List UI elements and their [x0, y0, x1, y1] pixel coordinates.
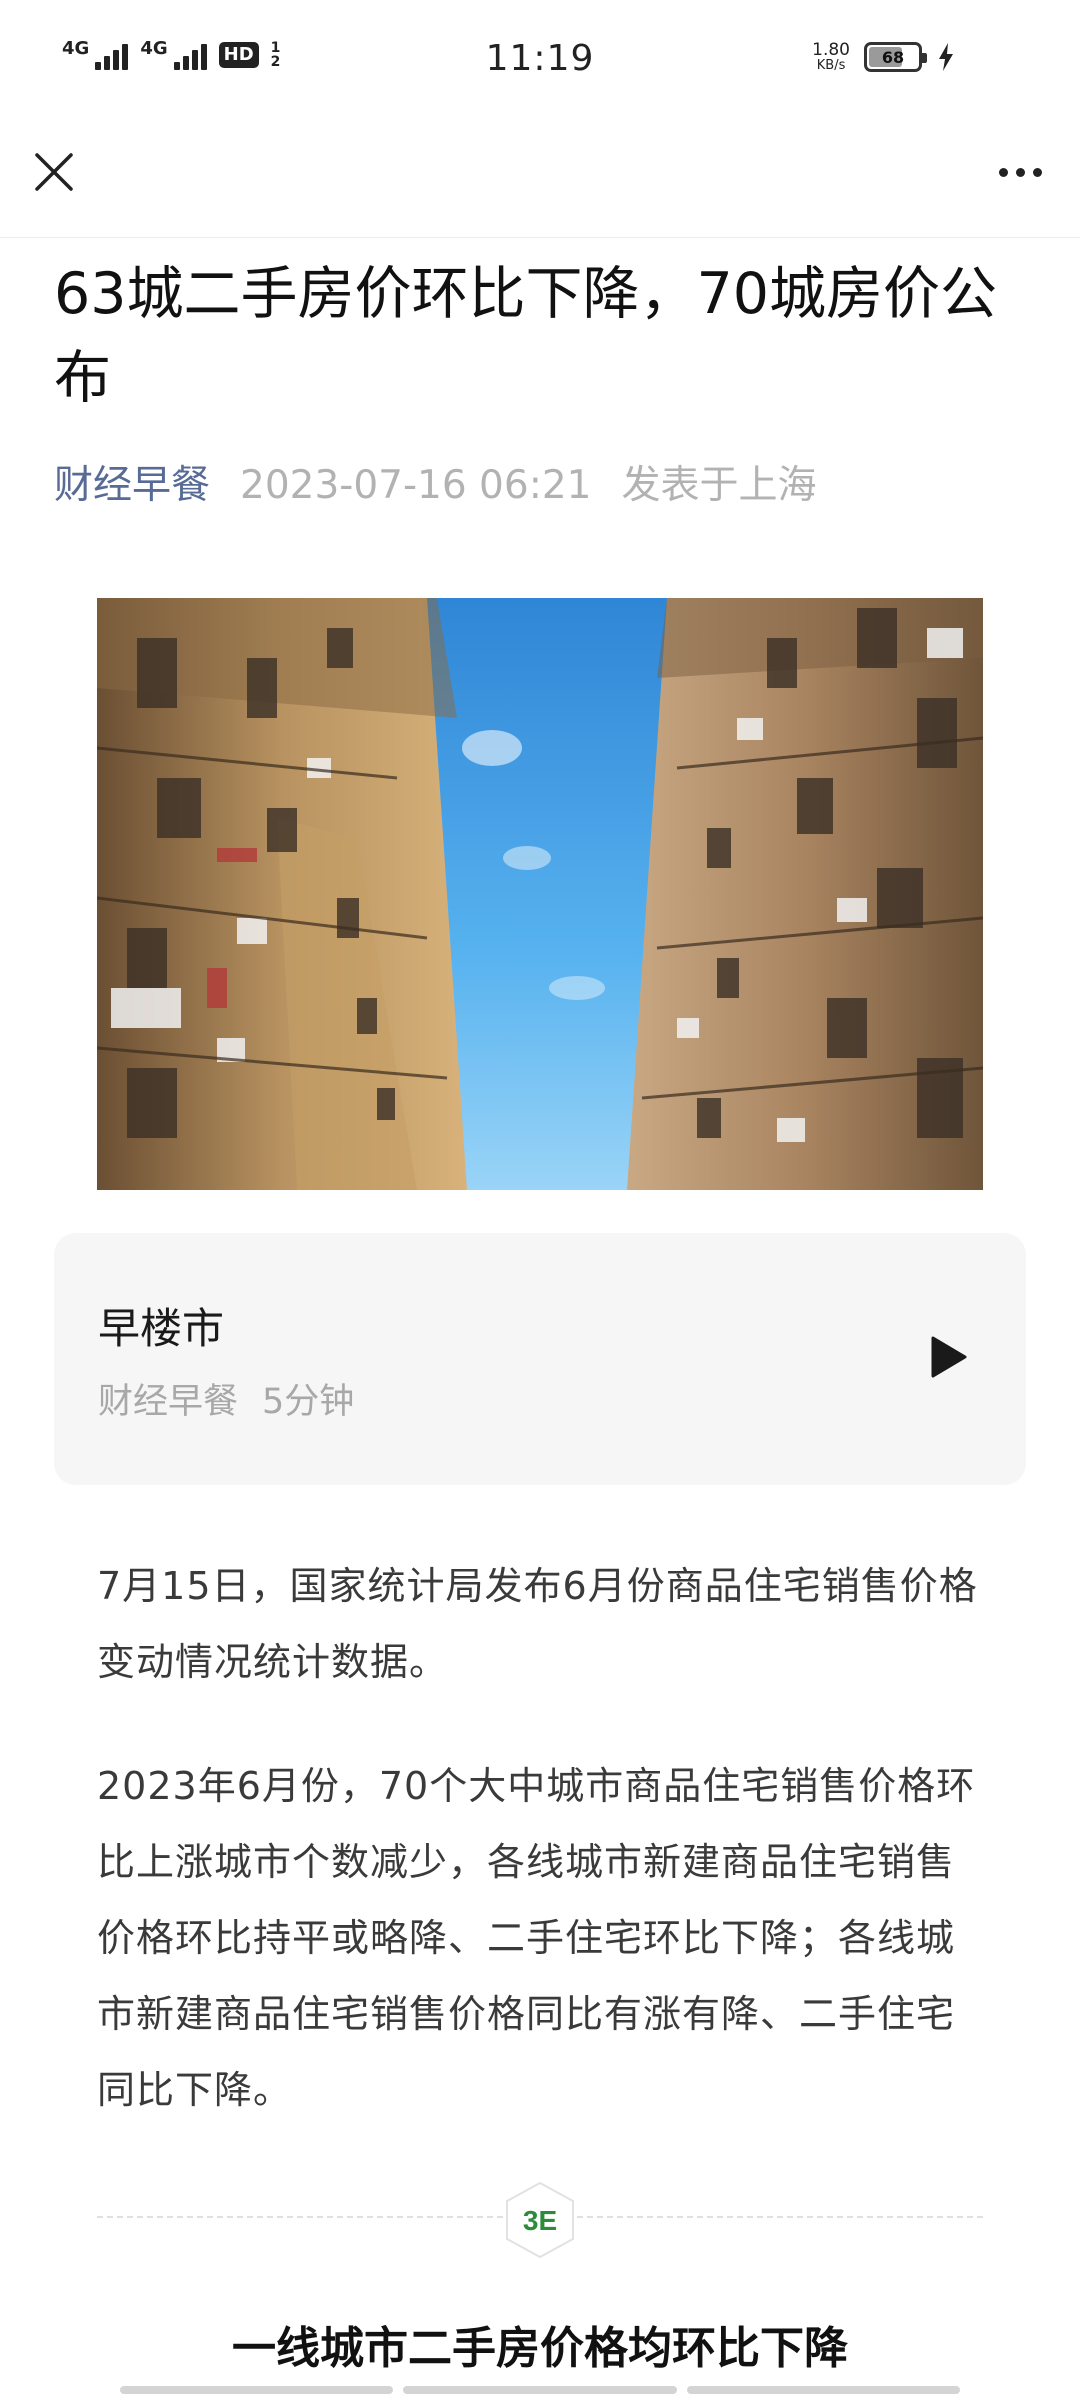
emblem-text: 3E [523, 2205, 557, 2236]
body-paragraph-1: 7月15日，国家统计局发布6月份商品住宅销售价格变动情况统计数据。 [97, 1564, 978, 1684]
more-icon-dot [1032, 167, 1042, 177]
section-heading: 一线城市二手房价格均环比下降 [232, 2323, 848, 2374]
audio-subtitle: 财经早餐 5分钟 [98, 1373, 354, 1424]
status-right: 1.80 KB/s 68 [812, 42, 956, 72]
body-paragraph-2: 2023年6月份，70个大中城市商品住宅销售价格环比上涨城市个数减少，各线城市新… [97, 1764, 976, 2112]
audio-title: 早楼市 [98, 1304, 225, 1353]
indicator-segment [120, 2386, 394, 2394]
status-bar: 4G 4G HD 1 2 11:19 1.80 KB/s 68 [0, 0, 1080, 120]
network-speed-value: 1.80 [812, 40, 850, 60]
indicator-segment [686, 2386, 960, 2394]
audio-source: 财经早餐 [98, 1382, 239, 1422]
close-button[interactable] [26, 144, 82, 200]
play-icon [931, 1336, 967, 1378]
network-speed-unit: KB/s [816, 58, 846, 73]
play-button[interactable] [924, 1327, 974, 1387]
publish-location: 发表于上海 [621, 463, 817, 508]
hero-image[interactable] [97, 598, 983, 1190]
battery-icon: 68 [864, 42, 927, 72]
charging-bolt-icon [939, 43, 953, 71]
nav-bar [0, 120, 1080, 238]
battery-level: 68 [881, 47, 905, 67]
more-icon [998, 167, 1008, 177]
indicator-segment [403, 2386, 677, 2394]
audio-card[interactable]: 早楼市 财经早餐 5分钟 [54, 1233, 1026, 1485]
close-icon [35, 153, 73, 191]
author-link[interactable]: 财经早餐 [54, 458, 210, 514]
section-emblem: 3E [503, 2180, 577, 2260]
bottom-indicator [120, 2386, 960, 2394]
hexagon-emblem-icon: 3E [506, 2181, 574, 2259]
article-meta: 财经早餐 2023-07-16 06:21 发表于上海 [54, 458, 816, 514]
article-title: 63城二手房价环比下降，70城房价公布 [54, 261, 998, 411]
audio-duration: 5分钟 [262, 1382, 355, 1422]
buildings-sky-image [97, 598, 983, 1190]
network-speed: 1.80 KB/s [812, 40, 850, 73]
more-icon-dot [1015, 167, 1025, 177]
publish-date: 2023-07-16 06:21 [240, 463, 592, 508]
more-button[interactable] [984, 144, 1056, 200]
